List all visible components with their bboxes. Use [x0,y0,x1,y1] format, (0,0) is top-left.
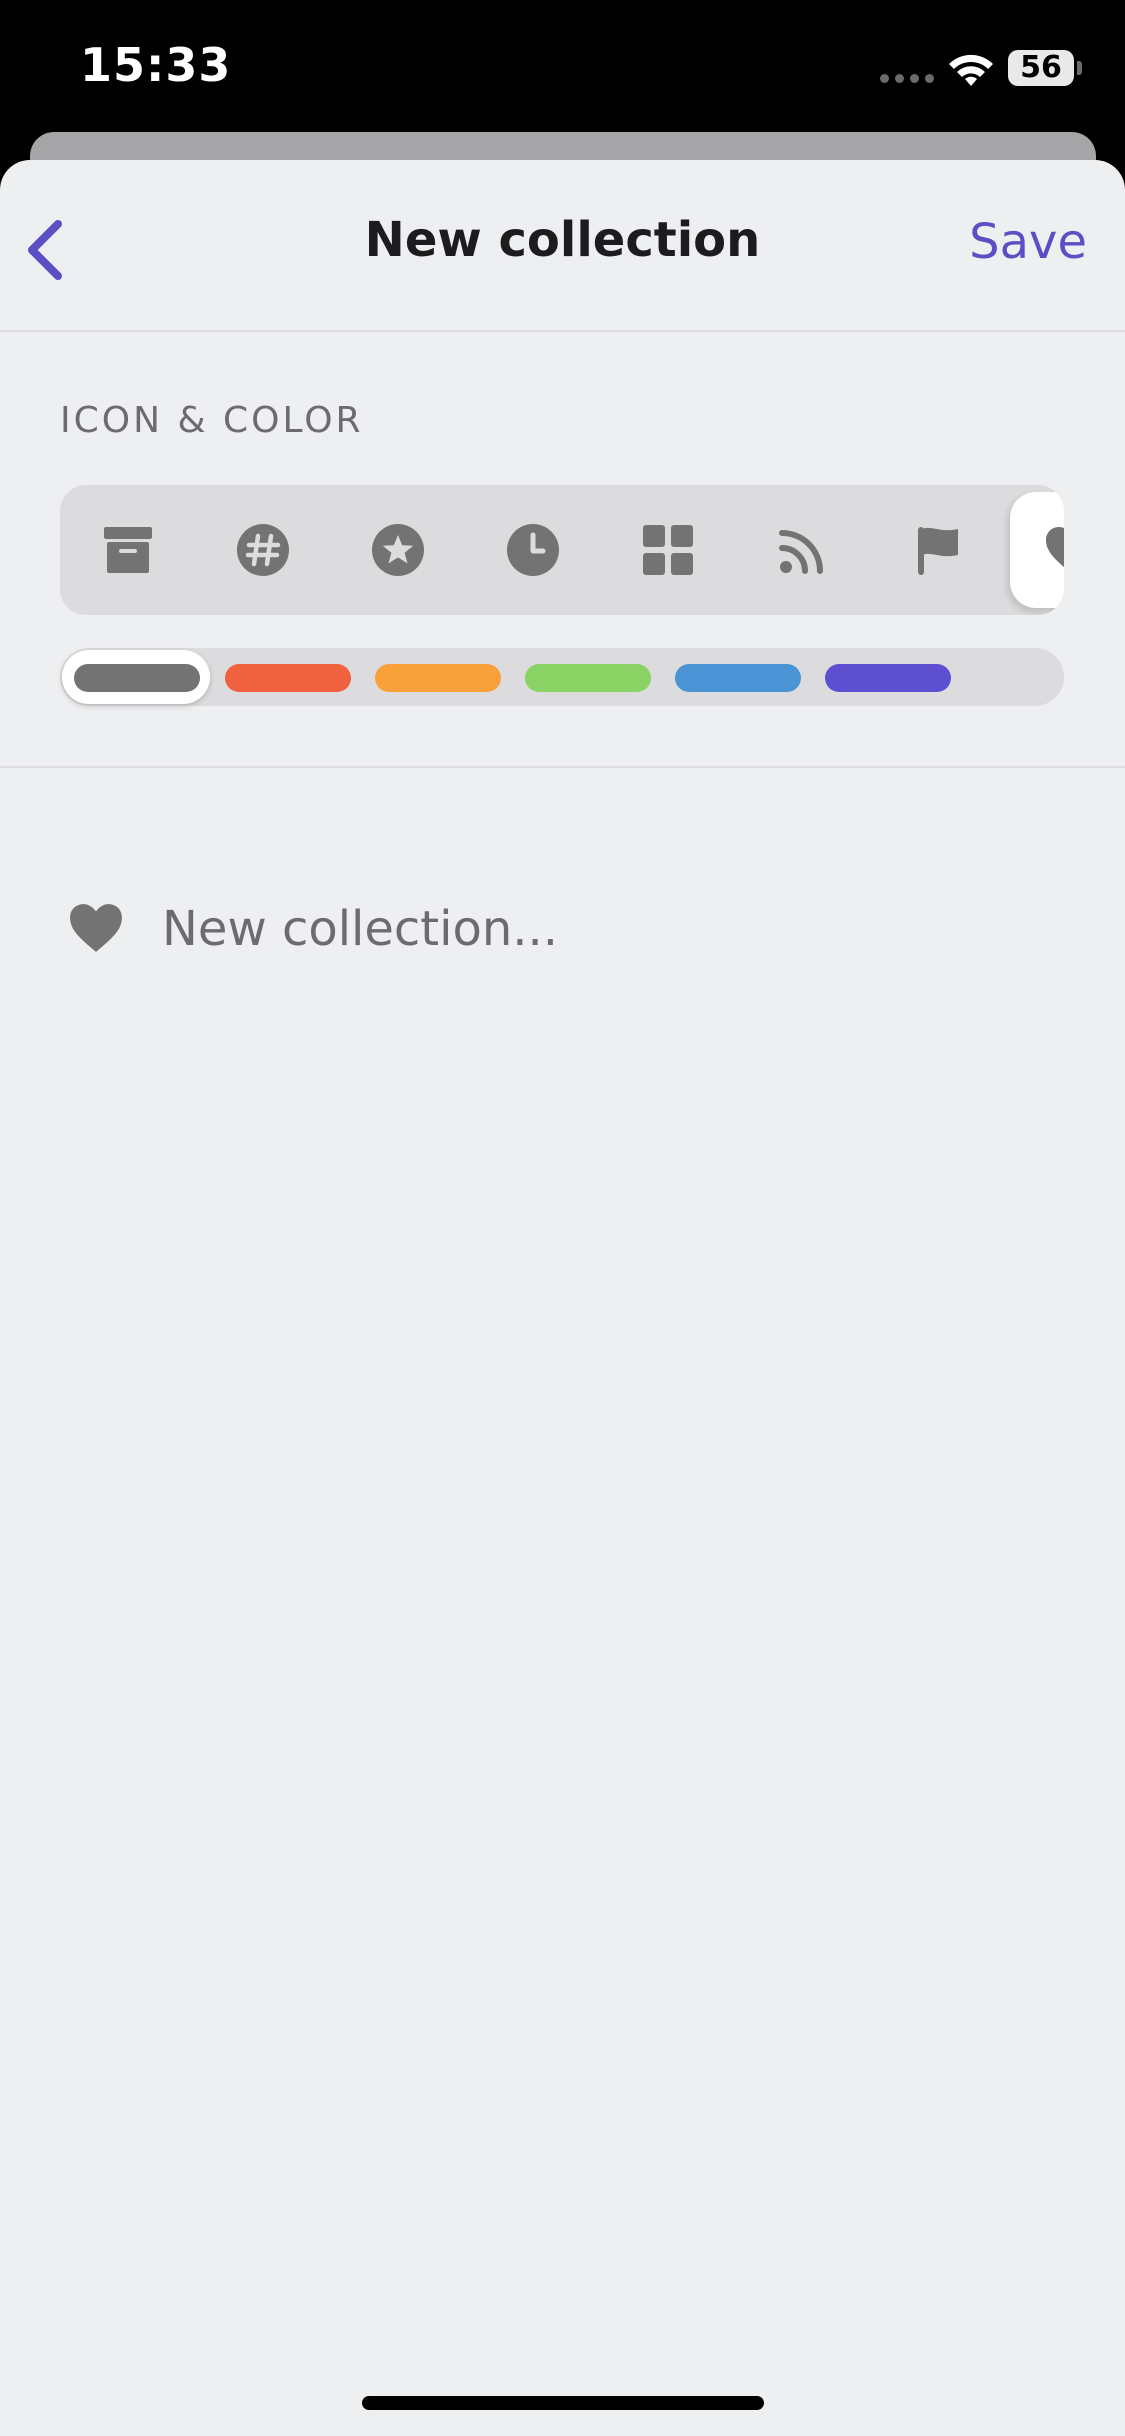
section-label-icon-color: ICON & COLOR [60,400,364,441]
icon-option-archive[interactable] [60,485,195,615]
icon-option-hashtag[interactable] [195,485,330,615]
home-indicator [362,2396,764,2410]
section-divider [0,766,1125,768]
collection-name-row [0,880,1125,980]
hashtag-icon [236,524,289,576]
grid-icon [642,525,693,575]
color-swatch-green[interactable] [525,664,651,692]
color-swatch-red[interactable] [225,664,351,692]
save-button[interactable]: Save [969,214,1087,270]
flag-icon [917,527,958,575]
icon-option-rss[interactable] [735,485,870,615]
color-swatch-orange[interactable] [375,664,501,692]
battery-nub [1077,61,1082,75]
nav-bar: New collection Save [0,160,1125,332]
icon-option-heart-selected[interactable] [1010,492,1064,608]
clock-icon [506,524,559,576]
heart-icon [1046,527,1064,568]
icon-option-star[interactable] [330,485,465,615]
status-bar: 15:33 56 [0,0,1125,135]
color-picker[interactable] [60,648,1064,706]
star-icon [371,524,424,576]
color-swatch-blue[interactable] [675,664,801,692]
heart-icon [70,904,122,952]
icon-picker[interactable] [60,485,1064,615]
icon-option-flag[interactable] [870,485,1005,615]
archive-box-icon [103,527,152,573]
status-time: 15:33 [80,38,232,92]
page-title: New collection [364,212,761,268]
wifi-icon [949,54,993,86]
collection-name-input[interactable] [162,894,1062,964]
chevron-left-icon [28,220,62,280]
icon-option-clock[interactable] [465,485,600,615]
back-button[interactable] [18,210,78,290]
battery-indicator: 56 [1008,50,1074,86]
color-swatch-gray[interactable] [74,664,200,692]
icon-option-grid[interactable] [600,485,735,615]
new-collection-sheet: New collection Save ICON & COLOR [0,160,1125,2436]
cellular-signal-icon [880,74,934,83]
color-swatch-purple[interactable] [825,664,951,692]
rss-icon [778,530,823,574]
